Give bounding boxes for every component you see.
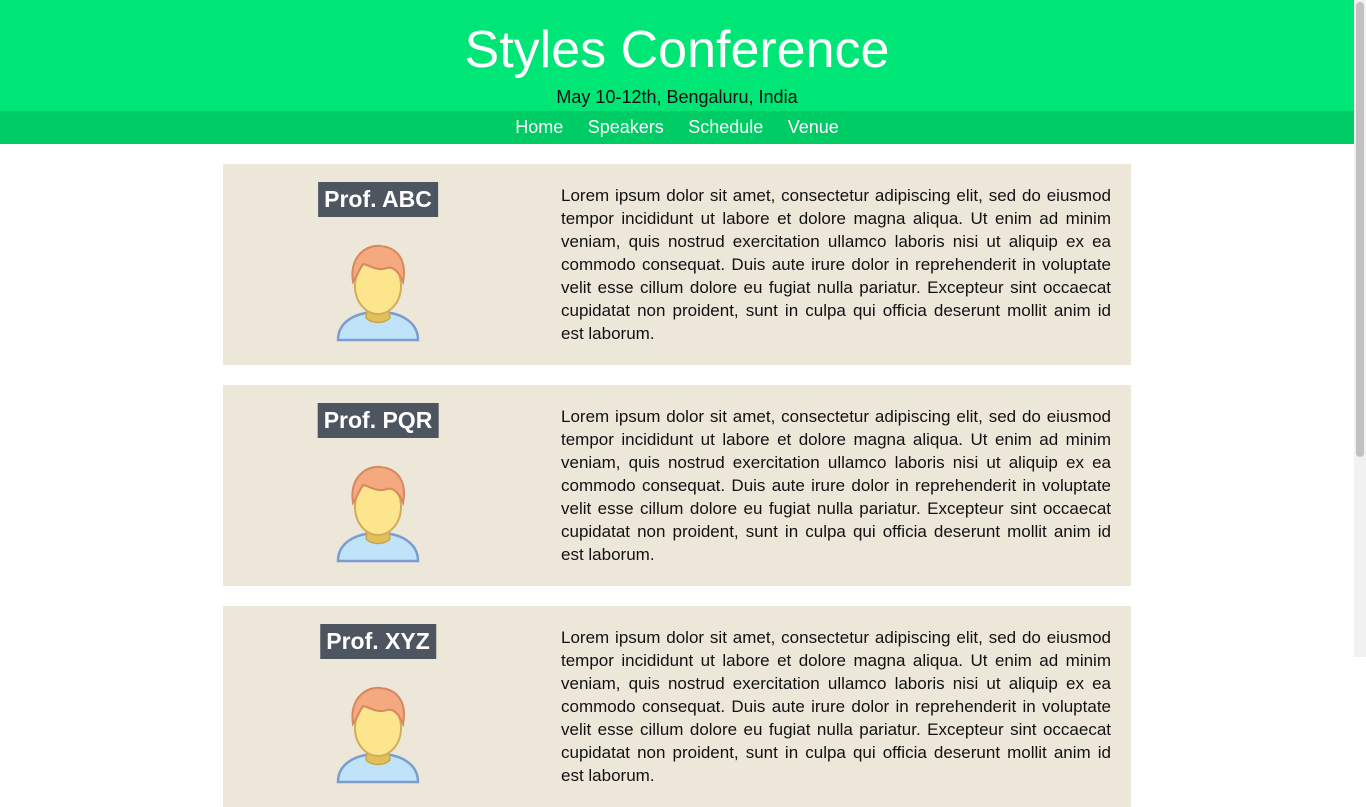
speaker-card: Prof. XYZ Lorem ipsum dolor sit amet, co… [223, 606, 1131, 807]
speaker-bio: Lorem ipsum dolor sit amet, consectetur … [561, 407, 1111, 564]
nav-link-schedule[interactable]: Schedule [688, 111, 763, 144]
speaker-name: Prof. PQR [317, 403, 439, 438]
speaker-profile: Prof. PQR [223, 385, 533, 586]
nav-link-venue[interactable]: Venue [788, 111, 839, 144]
speaker-bio: Lorem ipsum dolor sit amet, consectetur … [561, 186, 1111, 343]
speaker-profile: Prof. ABC [223, 164, 533, 365]
page-scrollbar[interactable] [1354, 0, 1366, 657]
nav-link-speakers[interactable]: Speakers [588, 111, 664, 144]
main-nav: Home Speakers Schedule Venue [0, 111, 1354, 144]
site-title: Styles Conference [464, 21, 890, 79]
site-header: Styles Conference May 10-12th, Bengaluru… [0, 0, 1354, 111]
speaker-card: Prof. ABC Lorem ipsum dolor sit amet, co… [223, 164, 1131, 365]
site-subtitle: May 10-12th, Bengaluru, India [556, 87, 798, 107]
nav-link-home[interactable]: Home [515, 111, 563, 144]
speaker-bio: Lorem ipsum dolor sit amet, consectetur … [561, 628, 1111, 785]
speaker-name: Prof. ABC [318, 182, 438, 217]
speaker-card: Prof. PQR Lorem ipsum dolor sit amet, co… [223, 385, 1131, 586]
speaker-profile: Prof. XYZ [223, 606, 533, 807]
user-avatar-icon [336, 686, 420, 784]
user-avatar-icon [336, 465, 420, 563]
scrollbar-thumb[interactable] [1356, 2, 1364, 457]
user-avatar-icon [336, 244, 420, 342]
speaker-name: Prof. XYZ [320, 624, 436, 659]
